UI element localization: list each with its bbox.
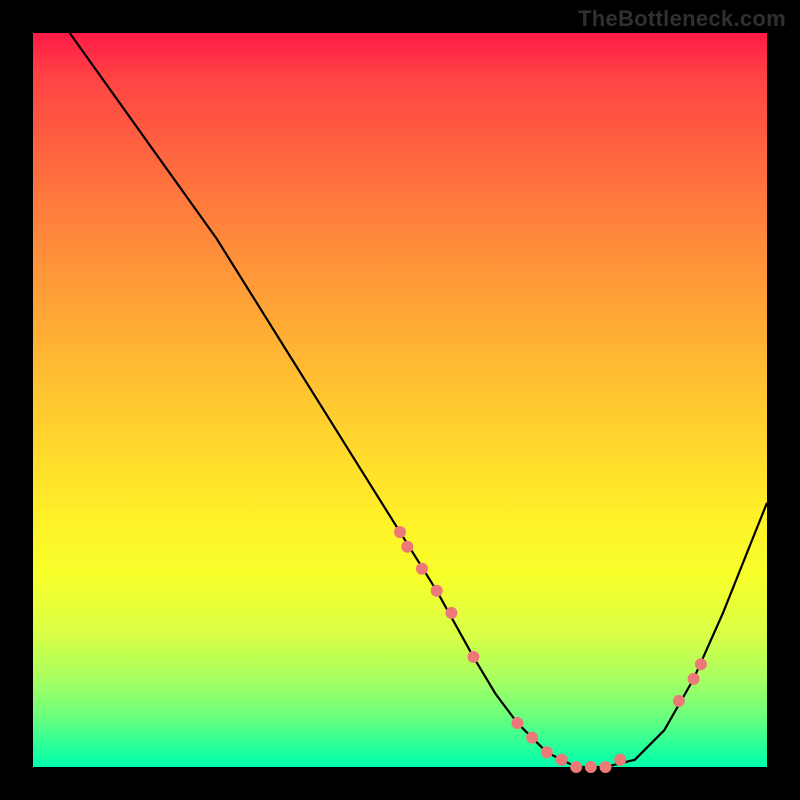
curve-marker [695, 658, 707, 670]
curve-marker [600, 761, 612, 773]
bottleneck-curve [70, 33, 767, 767]
curve-marker [526, 732, 538, 744]
curve-marker [416, 563, 428, 575]
curve-marker [467, 651, 479, 663]
chart-svg [33, 33, 767, 767]
curve-marker [541, 746, 553, 758]
curve-marker [556, 754, 568, 766]
curve-marker [585, 761, 597, 773]
plot-area [33, 33, 767, 767]
curve-marker [401, 541, 413, 553]
curve-marker [570, 761, 582, 773]
curve-marker [431, 585, 443, 597]
watermark-text: TheBottleneck.com [578, 6, 786, 32]
chart-container: TheBottleneck.com [0, 0, 800, 800]
curve-marker [511, 717, 523, 729]
curve-marker [614, 754, 626, 766]
curve-marker [445, 607, 457, 619]
curve-marker [394, 526, 406, 538]
curve-marker [673, 695, 685, 707]
curve-marker [688, 673, 700, 685]
